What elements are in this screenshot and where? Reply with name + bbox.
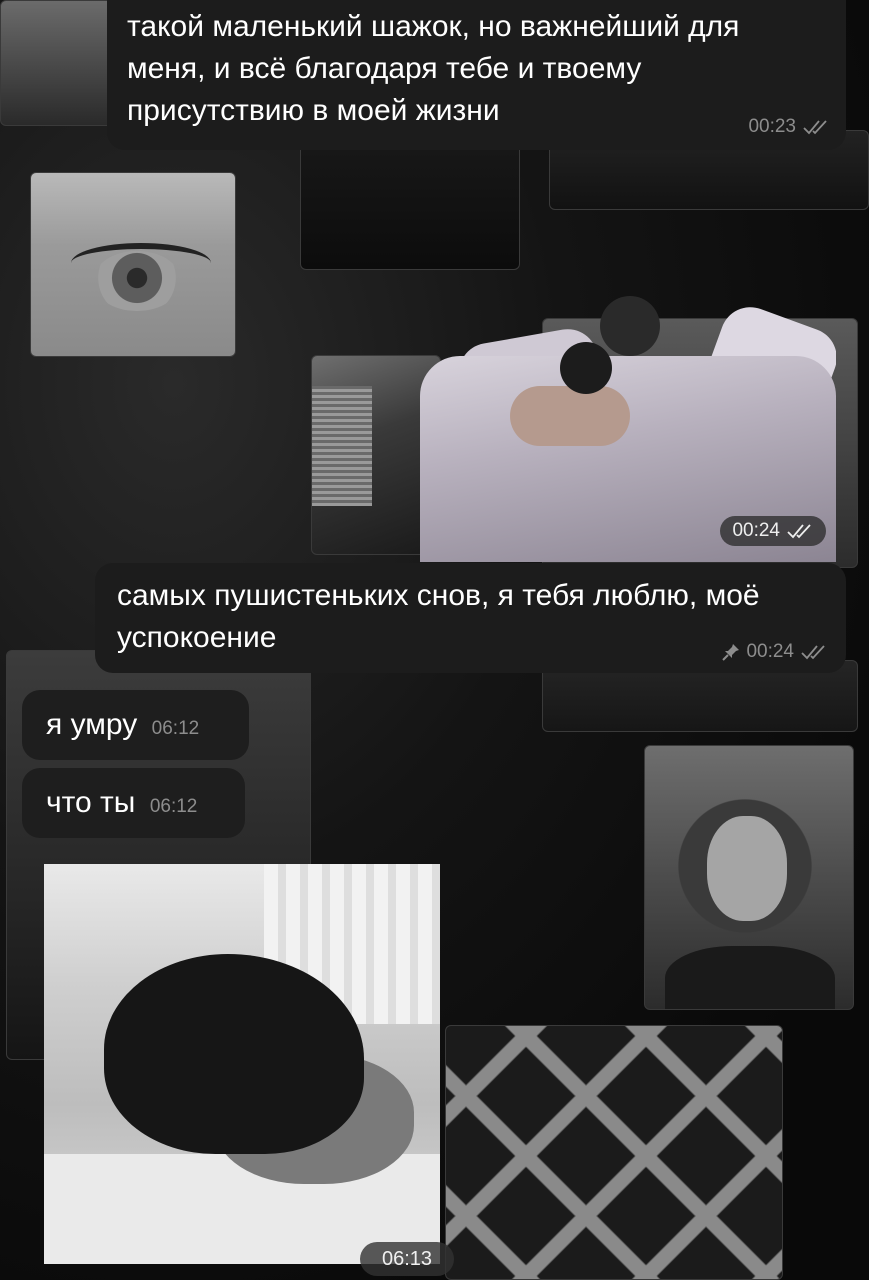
message-text: что ты [46, 786, 136, 819]
wallpaper-photo-sweater [445, 1025, 783, 1280]
message-time: 06:12 [149, 796, 198, 817]
message-time: 00:23 [748, 116, 796, 137]
photo-meta: 00:24 [720, 516, 826, 546]
message-text: я умру [46, 708, 138, 741]
message-bubble-outgoing[interactable]: самых пушистеньких снов, я тебя люблю, м… [95, 563, 846, 673]
wallpaper-photo [300, 140, 520, 270]
pin-icon [722, 643, 740, 661]
wallpaper-photo-portrait [644, 745, 854, 1010]
message-time: 00:24 [732, 520, 780, 541]
double-check-icon [800, 644, 828, 660]
message-text: такой маленький шажок, но важнейший для … [127, 10, 740, 127]
wallpaper-photo-eye [30, 172, 236, 357]
double-check-icon [802, 119, 830, 135]
message-bubble-outgoing[interactable]: такой маленький шажок, но важнейший для … [107, 0, 846, 150]
photo-time-badge: 06:13 [360, 1242, 454, 1276]
message-photo[interactable]: 00:24 [420, 296, 836, 562]
message-meta: 00:23 [748, 116, 830, 138]
message-meta: 00:24 [722, 641, 828, 663]
message-time: 00:24 [746, 641, 794, 662]
message-photo[interactable] [44, 864, 440, 1264]
message-bubble-incoming[interactable]: я умру 06:12 [22, 690, 249, 760]
message-time: 06:12 [151, 718, 200, 739]
message-bubble-incoming[interactable]: что ты 06:12 [22, 768, 245, 838]
message-text: самых пушистеньких снов, я тебя люблю, м… [117, 579, 760, 654]
double-check-icon [786, 523, 814, 539]
